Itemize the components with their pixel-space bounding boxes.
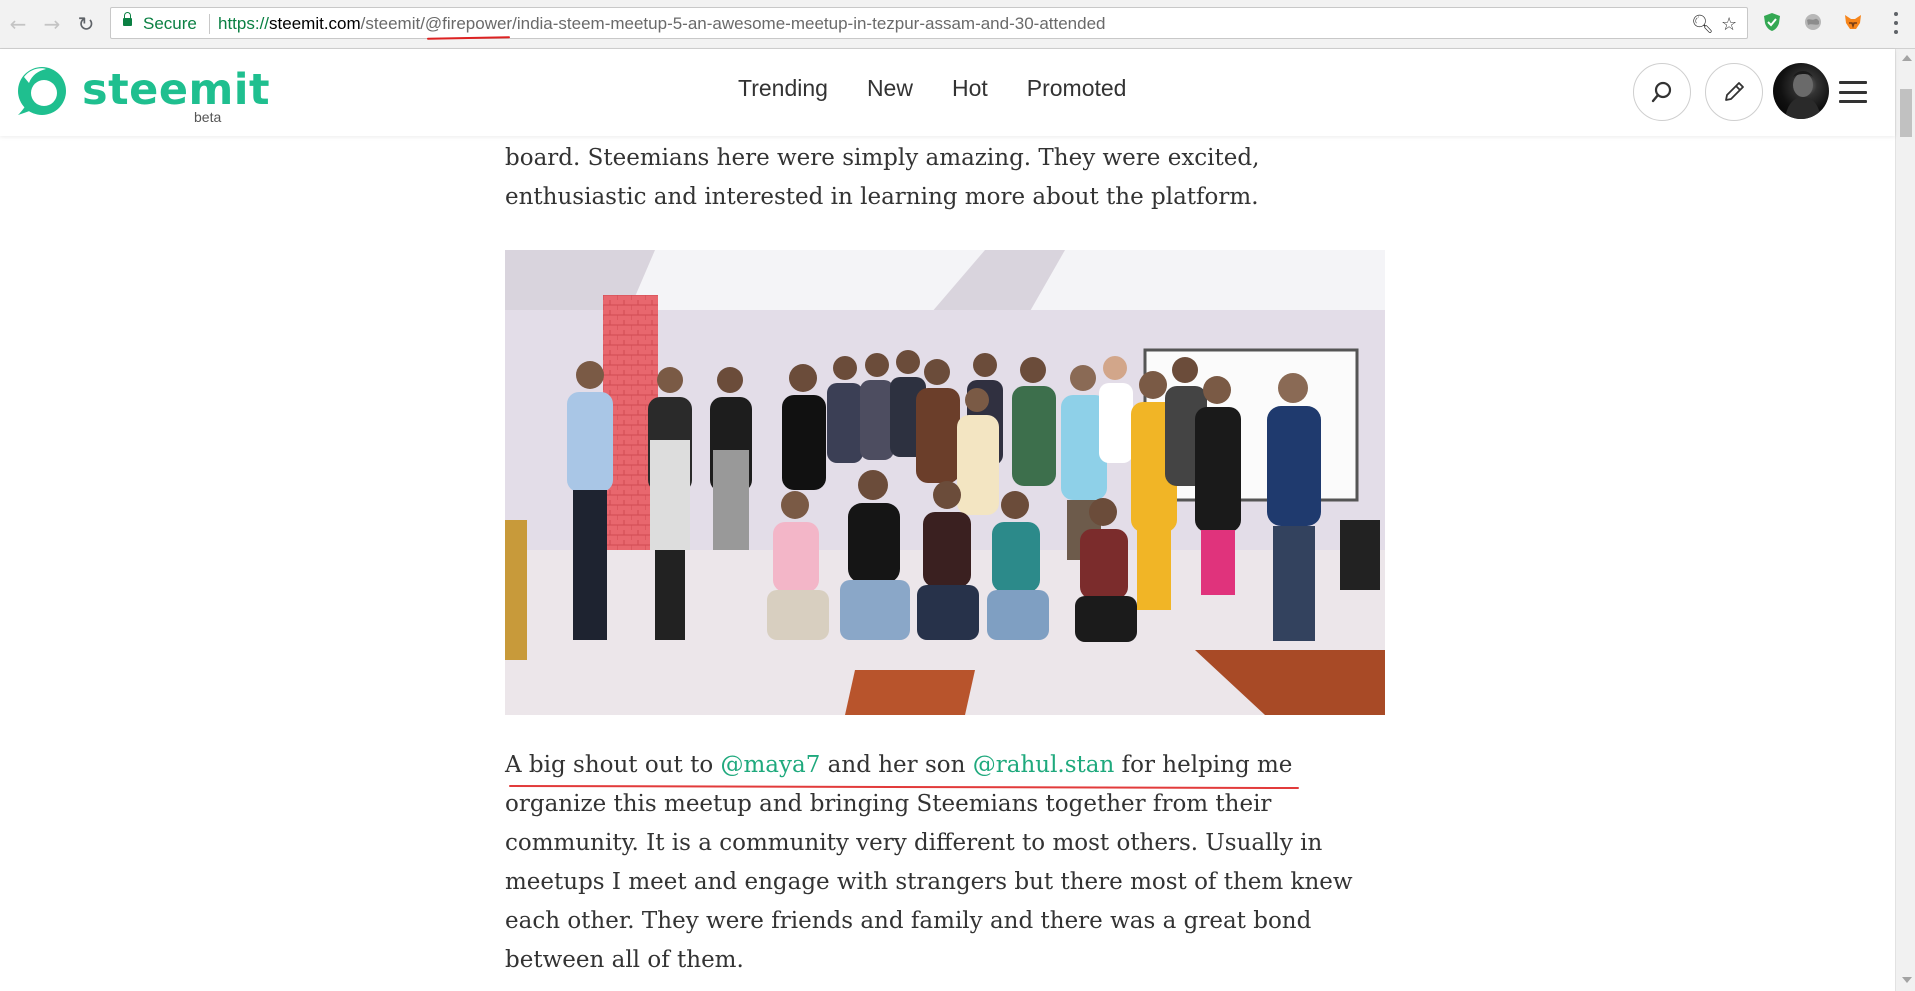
text-line: organize this meetup and bringing Steemi… [505, 791, 1272, 817]
url-path-prefix: /steemit/ [360, 14, 425, 33]
paragraph-intro-end: board. Steemians here were simply amazin… [505, 139, 1385, 217]
back-arrow-icon[interactable]: ← [4, 10, 32, 38]
url-scheme: https:// [218, 14, 270, 33]
text-line: meetups I meet and engage with strangers… [505, 869, 1353, 895]
reload-icon[interactable]: ↻ [72, 10, 100, 38]
new-post-button[interactable] [1705, 63, 1763, 121]
shield-extension-icon[interactable] [1762, 12, 1782, 32]
scroll-thumb[interactable] [1900, 89, 1912, 137]
nav-promoted[interactable]: Promoted [1027, 75, 1127, 102]
url-host: steemit.com [269, 14, 361, 33]
address-bar[interactable]: Secure https://steemit.com/steemit/@fire… [110, 7, 1748, 39]
page-scrollbar[interactable] [1895, 49, 1915, 991]
pencil-icon [1725, 82, 1744, 101]
group-photo-illustration [505, 250, 1385, 715]
browser-menu-icon[interactable] [1892, 10, 1900, 36]
shoutout-intro: A big shout out to [505, 752, 721, 778]
url-text[interactable]: https://steemit.com/steemit/@firepower/i… [218, 14, 1106, 34]
steemit-logo-icon[interactable] [16, 65, 68, 117]
shoutout-mid: and her son [820, 752, 973, 778]
globe-extension-icon[interactable] [1803, 12, 1823, 32]
mention-maya7-link[interactable]: @maya7 [720, 752, 820, 778]
browser-toolbar: ← → ↻ Secure https://steemit.com/steemit… [0, 0, 1915, 49]
user-avatar[interactable] [1773, 63, 1829, 119]
secure-label: Secure [143, 14, 197, 33]
nav-new[interactable]: New [867, 75, 913, 102]
logo-wordmark[interactable]: steemit [82, 65, 270, 115]
text-line: community. It is a community very differ… [505, 830, 1323, 856]
zoom-icon[interactable]: 🔍︎ [1691, 14, 1714, 35]
text-line: each other. They were friends and family… [505, 908, 1312, 934]
scroll-down-arrow-icon[interactable] [1902, 977, 1912, 983]
paragraph-shoutout: A big shout out to @maya7 and her son @r… [505, 746, 1385, 980]
fox-extension-icon[interactable] [1843, 12, 1863, 32]
text-line: board. Steemians here were simply amazin… [505, 145, 1260, 171]
text-line: between all of them. [505, 947, 744, 973]
shoutout-first-line-end: for helping me [1114, 752, 1293, 778]
hamburger-menu-icon[interactable] [1839, 81, 1867, 103]
url-path-suffix: /india-steem-meetup-5-an-awesome-meetup-… [512, 14, 1106, 33]
lock-icon [123, 12, 132, 26]
search-button[interactable] [1633, 63, 1691, 121]
forward-arrow-icon[interactable]: → [38, 10, 66, 38]
scroll-up-arrow-icon[interactable] [1902, 55, 1912, 61]
meetup-group-photo[interactable] [505, 250, 1385, 715]
url-author-highlight: @firepower [424, 14, 513, 33]
bookmark-star-icon[interactable]: ☆ [1721, 14, 1737, 35]
search-icon [1651, 81, 1672, 103]
avatar-image [1785, 71, 1821, 119]
site-header: steemit beta Trending New Hot Promoted [0, 49, 1895, 136]
omnibox-divider [209, 14, 210, 34]
text-line: enthusiastic and interested in learning … [505, 184, 1259, 210]
logo-beta-badge: beta [194, 109, 222, 125]
mention-rahul-stan-link[interactable]: @rahul.stan [973, 752, 1115, 778]
nav-trending[interactable]: Trending [738, 75, 828, 102]
main-nav: Trending New Hot Promoted [738, 75, 1165, 102]
nav-hot[interactable]: Hot [952, 75, 988, 102]
